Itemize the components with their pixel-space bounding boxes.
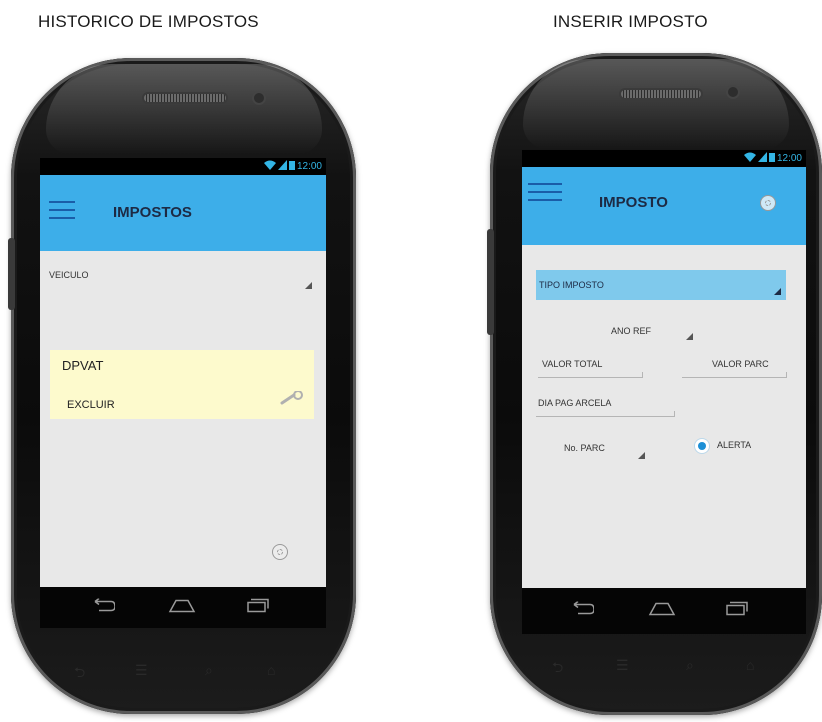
wifi-icon [263, 160, 276, 173]
screen-inserir: 12:00 IMPOSTO TIPO IMPOSTO ANO REF VALOR… [522, 150, 806, 634]
page-title: IMPOSTOS [113, 204, 192, 221]
volume-button[interactable] [8, 238, 15, 310]
page-title: IMPOSTO [599, 194, 668, 211]
tipo-imposto-dropdown[interactable]: TIPO IMPOSTO [536, 270, 786, 300]
recents-icon[interactable] [726, 601, 748, 621]
hw-home-icon: ⌂ [746, 657, 755, 673]
battery-icon [288, 160, 295, 173]
hw-search-icon: ⌕ [686, 657, 694, 673]
ano-ref-label[interactable]: ANO REF [611, 326, 651, 336]
hw-search-icon: ⌕ [205, 662, 213, 678]
gear-icon[interactable] [272, 544, 288, 560]
screen-historico: 12:00 IMPOSTOS VEICULO DPVAT EXCLUIR [40, 158, 326, 628]
wifi-icon [743, 152, 756, 165]
excluir-button[interactable]: EXCLUIR [67, 399, 115, 411]
battery-icon [768, 152, 775, 165]
valor-total-underline[interactable] [538, 372, 643, 378]
front-camera [728, 87, 738, 97]
menu-icon[interactable] [49, 201, 75, 225]
hw-menu-icon: ☰ [135, 662, 148, 678]
tipo-imposto-label: TIPO IMPOSTO [539, 280, 604, 290]
signal-icon [277, 160, 287, 173]
back-icon[interactable] [570, 600, 595, 621]
status-bar: 12:00 [40, 158, 326, 175]
phone-gloss [45, 64, 322, 154]
alerta-label: ALERTA [717, 440, 752, 450]
back-icon[interactable] [91, 597, 116, 617]
ano-ref-arrow[interactable] [686, 333, 693, 340]
signal-icon [757, 152, 767, 165]
card-title: DPVAT [62, 358, 104, 373]
alerta-radio[interactable] [694, 438, 710, 454]
hw-back-icon: ⮌ [552, 659, 564, 675]
home-icon[interactable] [648, 602, 676, 621]
dia-pag-field[interactable]: DIA PAG ARCELA [538, 398, 611, 408]
volume-button[interactable] [487, 229, 494, 335]
num-parc-arrow[interactable] [638, 452, 645, 459]
num-parc-label[interactable]: No. PARC [564, 443, 605, 453]
hw-back-icon: ⮌ [74, 664, 86, 680]
phone-left: 12:00 IMPOSTOS VEICULO DPVAT EXCLUIR ⮌ ☰… [8, 58, 356, 714]
veiculo-dropdown-arrow[interactable] [305, 282, 312, 289]
caption-right: INSERIR IMPOSTO [553, 12, 708, 31]
gear-icon[interactable] [760, 195, 776, 211]
imposto-card[interactable]: DPVAT EXCLUIR [50, 350, 314, 419]
nav-bar [522, 588, 806, 634]
home-icon[interactable] [168, 598, 196, 617]
hw-home-icon: ⌂ [267, 662, 276, 678]
app-bar: IMPOSTOS [40, 175, 326, 251]
wrench-icon[interactable] [280, 390, 304, 410]
nav-bar [40, 587, 326, 628]
caption-left: HISTORICO DE IMPOSTOS [38, 12, 259, 31]
valor-parc-underline[interactable] [682, 372, 787, 378]
phone-gloss [523, 59, 789, 149]
speaker-grill [621, 90, 701, 98]
speaker-grill [144, 94, 226, 102]
status-time: 12:00 [776, 153, 802, 164]
menu-icon[interactable] [528, 183, 562, 207]
valor-total-field[interactable]: VALOR TOTAL [542, 359, 602, 369]
hw-menu-icon: ☰ [616, 657, 629, 673]
front-camera [254, 93, 264, 103]
radio-icon [698, 442, 706, 450]
status-time: 12:00 [296, 161, 322, 172]
valor-parc-field[interactable]: VALOR PARC [712, 359, 769, 369]
app-bar: IMPOSTO [522, 167, 806, 245]
status-bar: 12:00 [522, 150, 806, 167]
tipo-imposto-arrow [774, 288, 781, 295]
dia-pag-underline[interactable] [536, 411, 675, 417]
recents-icon[interactable] [247, 598, 269, 617]
phone-right: 12:00 IMPOSTO TIPO IMPOSTO ANO REF VALOR… [487, 53, 822, 715]
veiculo-dropdown-label[interactable]: VEICULO [49, 270, 89, 280]
